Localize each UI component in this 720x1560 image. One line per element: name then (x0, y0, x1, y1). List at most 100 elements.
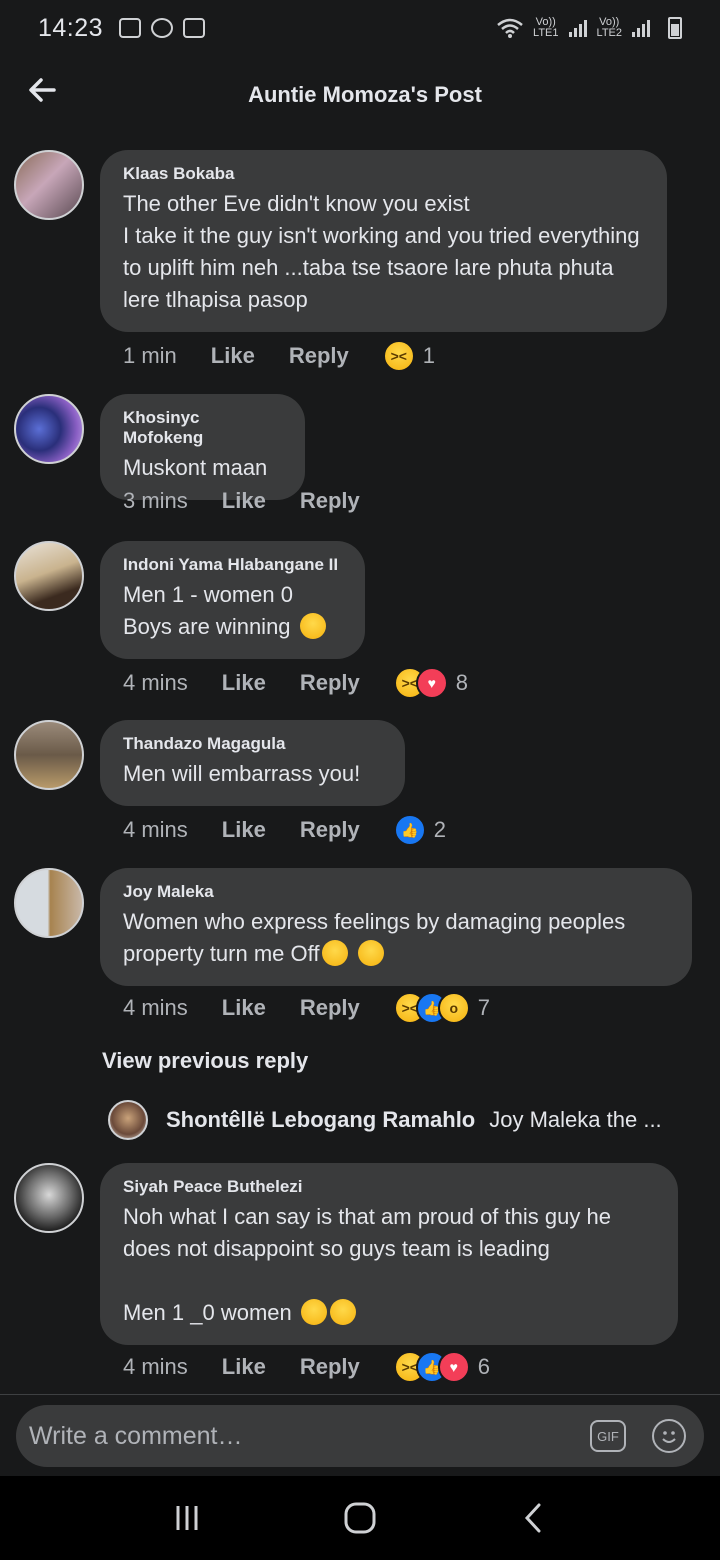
comment-bubble[interactable]: Siyah Peace Buthelezi Noh what I can say… (100, 1163, 678, 1345)
screenshot-icon (183, 18, 206, 38)
comment-composer: GIF (16, 1405, 704, 1467)
home-icon[interactable] (330, 1493, 390, 1543)
reactions-summary[interactable]: >< 1 (382, 340, 435, 372)
avatar[interactable] (14, 720, 84, 790)
reply-preview[interactable]: Shontêllë Lebogang Ramahlo Joy Maleka th… (108, 1100, 698, 1140)
reply-button[interactable]: Reply (300, 995, 360, 1021)
reaction-count: 2 (433, 817, 446, 842)
comment-bubble[interactable]: Joy Maleka Women who express feelings by… (100, 868, 692, 986)
reply-button[interactable]: Reply (289, 343, 349, 369)
recent-apps-icon[interactable] (157, 1493, 217, 1543)
comment-text: The other Eve didn't know you exist I ta… (123, 191, 640, 312)
sim1-label: LTE1 (533, 27, 559, 39)
sim2-label: LTE2 (596, 27, 622, 39)
like-button[interactable]: Like (222, 670, 266, 696)
smirk-face-icon (322, 940, 349, 966)
avatar[interactable] (14, 868, 84, 938)
comment-text: Men will embarrass you! (123, 761, 361, 786)
reply-author[interactable]: Shontêllë Lebogang Ramahlo (166, 1107, 475, 1133)
comment-text: Men 1 - women 0 Boys are winning (123, 579, 343, 643)
love-reaction-icon: ♥ (415, 667, 448, 699)
comment-text-line: Men 1 _0 women (123, 1300, 292, 1325)
comment-meta: 1 min Like Reply >< 1 (123, 340, 435, 372)
comment-text: Muskont maan (123, 455, 268, 480)
reactions-summary[interactable]: >< 👍 o 7 (393, 992, 490, 1024)
comment-author[interactable]: Siyah Peace Buthelezi (123, 1177, 656, 1197)
avatar[interactable] (14, 1163, 84, 1233)
whatsapp-icon (151, 18, 174, 38)
reactions-summary[interactable]: >< ♥ 8 (393, 667, 468, 699)
comment-meta: 4 mins Like Reply >< 👍 ♥ 6 (123, 1351, 490, 1383)
comment-text-line: Men 1 - women 0 (123, 582, 293, 607)
comment-author[interactable]: Joy Maleka (123, 882, 670, 902)
comment-time: 4 mins (123, 670, 188, 695)
tears-of-joy-icon (329, 1299, 356, 1325)
haha-reaction-icon: >< (382, 340, 415, 372)
comment-bubble[interactable]: Khosinyc Mofokeng Muskont maan (100, 394, 305, 500)
comment-author[interactable]: Indoni Yama Hlabangane II (123, 555, 343, 575)
emoji-icon[interactable] (652, 1419, 686, 1453)
like-button[interactable]: Like (211, 343, 255, 369)
avatar[interactable] (108, 1100, 148, 1140)
reaction-count: 7 (477, 995, 490, 1020)
gif-button[interactable]: GIF (590, 1420, 626, 1452)
like-reaction-icon: 👍 (393, 814, 426, 846)
system-nav-bar (0, 1476, 720, 1560)
header: Auntie Momoza's Post (0, 60, 720, 130)
reactions-summary[interactable]: 👍 2 (393, 814, 446, 846)
comment-text-line: Noh what I can say is that am proud of t… (123, 1204, 611, 1261)
comment-meta: 4 mins Like Reply 👍 2 (123, 814, 446, 846)
like-button[interactable]: Like (222, 488, 266, 514)
comment-text-line: Women who express feelings by damaging p… (123, 909, 626, 934)
comment-meta: 4 mins Like Reply >< 👍 o 7 (123, 992, 490, 1024)
avatar[interactable] (14, 150, 84, 220)
status-time: 14:23 (38, 13, 104, 42)
back-nav-icon[interactable] (503, 1493, 563, 1543)
comment-time: 4 mins (123, 1354, 188, 1379)
comment-composer-bar: GIF (0, 1394, 720, 1476)
smirk-face-icon (357, 940, 384, 966)
comment-text-line: property turn me Off (123, 941, 320, 966)
like-button[interactable]: Like (222, 817, 266, 843)
view-previous-reply-link[interactable]: View previous reply (102, 1048, 308, 1074)
like-button[interactable]: Like (222, 995, 266, 1021)
comment-meta: 4 mins Like Reply >< ♥ 8 (123, 667, 468, 699)
comment-time: 4 mins (123, 817, 188, 842)
page-title: Auntie Momoza's Post (248, 82, 482, 107)
comment-author[interactable]: Thandazo Magagula (123, 734, 383, 754)
tears-of-joy-icon (300, 1299, 327, 1325)
comment-bubble[interactable]: Klaas Bokaba The other Eve didn't know y… (100, 150, 667, 332)
status-bar: 14:23 Vo)) LTE1 Vo)) LTE2 (0, 0, 720, 56)
comment-author[interactable]: Khosinyc Mofokeng (123, 408, 283, 448)
wifi-icon (497, 18, 523, 38)
reply-button[interactable]: Reply (300, 488, 360, 514)
reaction-count: 8 (455, 670, 468, 695)
signal2-icon (632, 19, 650, 37)
love-reaction-icon: ♥ (437, 1351, 470, 1383)
wow-reaction-icon: o (437, 992, 470, 1024)
comment-time: 1 min (123, 343, 177, 368)
comment-text: Women who express feelings by damaging p… (123, 906, 670, 970)
gallery-icon (119, 18, 142, 38)
comment-time: 3 mins (123, 488, 188, 513)
comment-text-line: Boys are winning (123, 614, 291, 639)
battery-icon (668, 17, 682, 39)
reaction-count: 6 (477, 1354, 490, 1379)
comment-bubble[interactable]: Thandazo Magagula Men will embarrass you… (100, 720, 405, 806)
reactions-summary[interactable]: >< 👍 ♥ 6 (393, 1351, 490, 1383)
reply-button[interactable]: Reply (300, 670, 360, 696)
comment-bubble[interactable]: Indoni Yama Hlabangane II Men 1 - women … (100, 541, 365, 659)
reply-button[interactable]: Reply (300, 1354, 360, 1380)
comment-time: 4 mins (123, 995, 188, 1020)
reaction-count: 1 (422, 343, 435, 368)
reply-text: Joy Maleka the ... (489, 1107, 662, 1132)
reply-button[interactable]: Reply (300, 817, 360, 843)
comment-text: Noh what I can say is that am proud of t… (123, 1201, 656, 1329)
comment-meta: 3 mins Like Reply (123, 488, 394, 514)
comment-author[interactable]: Klaas Bokaba (123, 164, 645, 184)
avatar[interactable] (14, 541, 84, 611)
comment-input[interactable] (29, 1421, 590, 1451)
pensive-face-icon (299, 613, 326, 639)
avatar[interactable] (14, 394, 84, 464)
like-button[interactable]: Like (222, 1354, 266, 1380)
